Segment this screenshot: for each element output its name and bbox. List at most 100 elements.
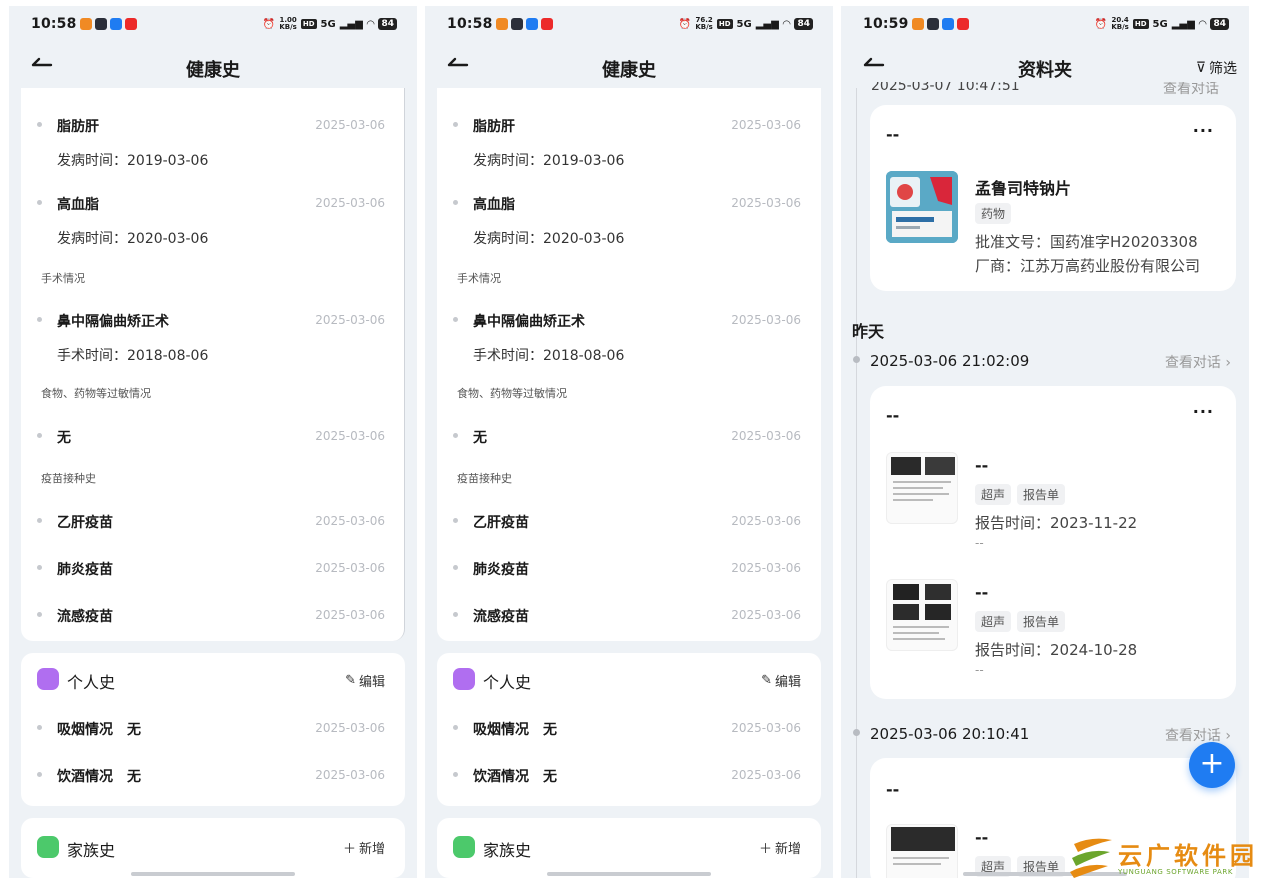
bullet-dot bbox=[453, 518, 458, 523]
record-date: 2025-03-06 bbox=[731, 608, 801, 622]
edit-label: 编辑 bbox=[774, 675, 801, 690]
allergy-value: 无 bbox=[473, 430, 487, 446]
edit-button[interactable]: ✎ 编辑 bbox=[345, 671, 385, 690]
edit-button[interactable]: ✎ 编辑 bbox=[761, 671, 801, 690]
list-item[interactable]: 肺炎疫苗 2025-03-06 bbox=[437, 549, 821, 589]
speed-unit: KB/s bbox=[695, 23, 713, 31]
status-time: 10:59 bbox=[863, 16, 909, 32]
vaccine-name: 肺炎疫苗 bbox=[57, 562, 113, 578]
list-item[interactable]: 流感疫苗 2025-03-06 bbox=[437, 596, 821, 636]
disease-detail: 发病时间：2019-03-06 bbox=[57, 153, 209, 169]
signal-icon: ▂▄▆ bbox=[755, 18, 779, 30]
app-notification-icon bbox=[511, 18, 523, 30]
alarm-icon: ⏰ bbox=[262, 18, 276, 30]
disease-detail: 发病时间：2019-03-06 bbox=[473, 153, 625, 169]
app-notification-icon bbox=[80, 18, 92, 30]
list-item[interactable]: 鼻中隔偏曲矫正术 2025-03-06 手术时间：2018-08-06 bbox=[21, 301, 405, 364]
alarm-icon: ⏰ bbox=[678, 18, 692, 30]
list-item[interactable]: 流感疫苗 2025-03-06 bbox=[21, 596, 405, 636]
speed-unit: KB/s bbox=[1111, 23, 1129, 31]
record-date: 2025-03-06 bbox=[315, 768, 385, 782]
filter-button[interactable]: ⊽ 筛选 bbox=[1196, 58, 1237, 78]
filter-label: 筛选 bbox=[1209, 61, 1237, 77]
timeline-dot bbox=[853, 729, 860, 736]
disease-detail: 发病时间：2020-03-06 bbox=[473, 231, 625, 247]
card-title: 个人史 bbox=[67, 673, 116, 692]
view-conversation-link[interactable]: 查看对话 › bbox=[1165, 725, 1231, 745]
person-icon bbox=[453, 668, 475, 690]
section-label-surgery: 手术情况 bbox=[41, 272, 85, 285]
status-indicators: ⏰ 20.4 KB/s HD 5G ▂▄▆ ◠ 84 bbox=[1095, 17, 1229, 31]
nav-bar: 资料夹 ⊽ 筛选 bbox=[841, 44, 1249, 82]
health-history-card: 脂肪肝 2025-03-06 发病时间：2019-03-06 高血脂 2025-… bbox=[437, 88, 821, 641]
list-item[interactable]: 肺炎疫苗 2025-03-06 bbox=[21, 549, 405, 589]
more-icon[interactable]: ··· bbox=[1193, 121, 1214, 140]
list-item[interactable]: 无 2025-03-06 bbox=[21, 417, 405, 457]
ultrasound-report-picture bbox=[891, 827, 955, 865]
surgery-detail: 手术时间：2018-08-06 bbox=[57, 348, 209, 364]
list-item[interactable]: 鼻中隔偏曲矫正术 2025-03-06 手术时间：2018-08-06 bbox=[437, 301, 821, 364]
disease-name: 高血脂 bbox=[473, 197, 515, 213]
battery-icon: 84 bbox=[1210, 18, 1229, 30]
medicine-box-picture bbox=[886, 171, 958, 243]
network-speed: 76.2 KB/s bbox=[695, 17, 712, 31]
app-notification-icon bbox=[125, 18, 137, 30]
add-button[interactable]: ＋新增 bbox=[343, 838, 385, 857]
list-item[interactable]: 乙肝疫苗 2025-03-06 bbox=[21, 502, 405, 542]
alarm-icon: ⏰ bbox=[1094, 18, 1108, 30]
app-notification-icon bbox=[526, 18, 538, 30]
phone-health-history-2: 10:58 ⏰ 76.2 KB/s HD 5G ▂▄▆ ◠ 84 健康史 脂肪肝… bbox=[425, 6, 833, 878]
add-button[interactable]: ＋新增 bbox=[759, 838, 801, 857]
timeline-time: 2025-03-06 21:02:09 bbox=[870, 352, 1030, 370]
health-history-card: 脂肪肝 2025-03-06 发病时间：2019-03-06 高血脂 2025-… bbox=[21, 88, 405, 641]
network-speed: 20.4 KB/s bbox=[1111, 17, 1128, 31]
tag-badge: 报告单 bbox=[1017, 611, 1066, 632]
list-item[interactable]: 吸烟情况 无 2025-03-06 bbox=[437, 713, 821, 743]
more-icon[interactable]: ··· bbox=[1193, 402, 1214, 421]
record-card[interactable]: -- ··· -- 超声 报告单 报告时间：2023-11-22 -- -- 超… bbox=[870, 386, 1236, 699]
card-title: 家族史 bbox=[483, 841, 532, 860]
home-indicator bbox=[547, 872, 711, 876]
bullet-dot bbox=[37, 200, 42, 205]
signal-icon: ▂▄▆ bbox=[1171, 18, 1195, 30]
record-date: 2025-03-06 bbox=[731, 514, 801, 528]
network-type: 5G bbox=[320, 18, 336, 30]
list-item[interactable]: 乙肝疫苗 2025-03-06 bbox=[437, 502, 821, 542]
hd-badge: HD bbox=[1132, 19, 1149, 29]
plus-icon: ＋ bbox=[342, 842, 356, 857]
list-item[interactable]: 饮酒情况 无 2025-03-06 bbox=[21, 760, 405, 790]
view-conversation-link[interactable]: 查看对话 › bbox=[1165, 352, 1231, 372]
tag-list: 超声 报告单 bbox=[975, 611, 1066, 632]
disease-detail: 发病时间：2020-03-06 bbox=[57, 231, 209, 247]
list-item[interactable]: 吸烟情况 无 2025-03-06 bbox=[21, 713, 405, 743]
surgery-detail: 手术时间：2018-08-06 bbox=[473, 348, 625, 364]
habit-name: 吸烟情况 bbox=[57, 722, 113, 738]
network-type: 5G bbox=[1152, 18, 1168, 30]
list-item[interactable]: 脂肪肝 2025-03-06 发病时间：2019-03-06 bbox=[437, 106, 821, 169]
list-item[interactable]: 高血脂 2025-03-06 发病时间：2020-03-06 bbox=[21, 184, 405, 247]
card-title: 家族史 bbox=[67, 841, 116, 860]
chevron-right-icon: › bbox=[1225, 355, 1231, 371]
bullet-dot bbox=[453, 317, 458, 322]
filter-icon: ⊽ bbox=[1195, 60, 1206, 76]
list-item[interactable]: 无 2025-03-06 bbox=[437, 417, 821, 457]
habit-name: 饮酒情况 bbox=[57, 769, 113, 785]
record-card[interactable]: -- ··· 孟鲁司特钠片 药物 批准文号：国药准字H20203308 厂商：江… bbox=[870, 105, 1236, 291]
add-record-button[interactable]: + bbox=[1189, 742, 1235, 788]
network-speed: 1.00 KB/s bbox=[279, 17, 296, 31]
list-item[interactable]: 脂肪肝 2025-03-06 发病时间：2019-03-06 bbox=[21, 106, 405, 169]
record-date: 2025-03-06 bbox=[315, 608, 385, 622]
nav-bar: 健康史 bbox=[9, 44, 417, 88]
list-item[interactable]: 高血脂 2025-03-06 发病时间：2020-03-06 bbox=[437, 184, 821, 247]
section-label-allergy: 食物、药物等过敏情况 bbox=[41, 387, 151, 400]
status-time: 10:58 bbox=[31, 16, 77, 32]
list-item[interactable]: 饮酒情况 无 2025-03-06 bbox=[437, 760, 821, 790]
medicine-image bbox=[886, 171, 958, 243]
status-indicators: ⏰ 1.00 KB/s HD 5G ▂▄▆ ◠ 84 bbox=[263, 17, 397, 31]
record-date: 2025-03-06 bbox=[731, 196, 801, 210]
family-icon bbox=[37, 836, 59, 858]
ultrasound-report-picture bbox=[893, 584, 951, 640]
bullet-dot bbox=[37, 772, 42, 777]
app-notification-icon bbox=[541, 18, 553, 30]
record-date: 2025-03-06 bbox=[315, 313, 385, 327]
